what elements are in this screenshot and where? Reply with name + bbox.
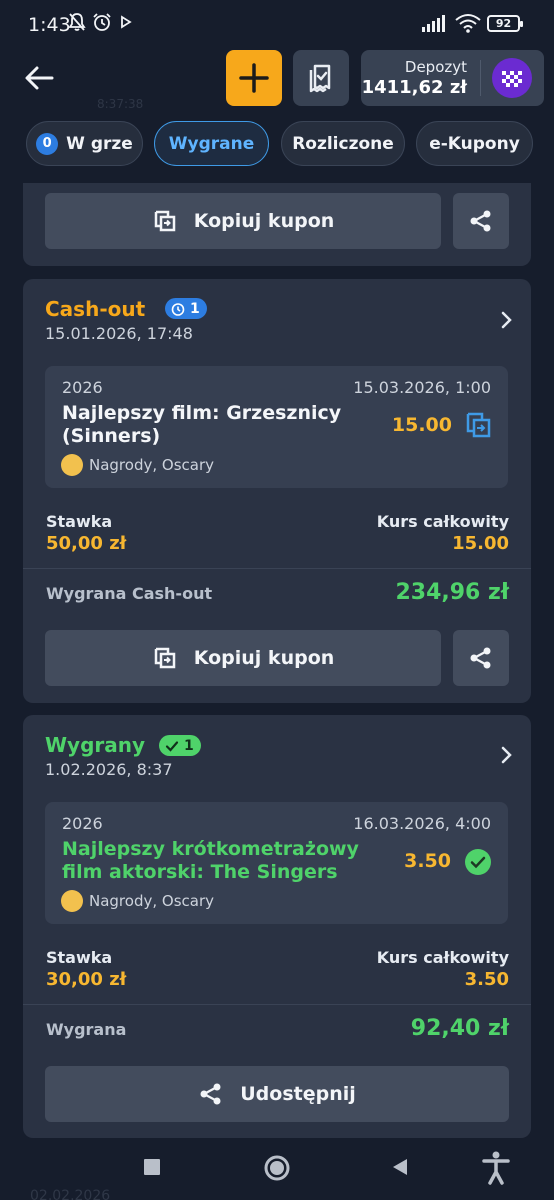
stake-value: 30,00 zł — [46, 969, 127, 990]
total-odds-value: 3.50 — [464, 969, 509, 990]
tab-count-badge: 0 — [36, 132, 59, 155]
tab-label: Rozliczone — [292, 133, 394, 154]
popcorn-icon — [61, 890, 83, 912]
selection-category: Nagrody, Oscary — [89, 892, 214, 910]
deposit-label: Depozyt — [404, 58, 467, 76]
stake-label: Stawka — [46, 512, 113, 531]
cashout-badge: 1 — [165, 298, 207, 319]
bet-card-cashout[interactable]: Cash-out 1 15.01.2026, 17:48 2026 15.03.… — [23, 279, 531, 703]
total-odds-label: Kurs całkowity — [376, 948, 509, 967]
win-value: 234,96 zł — [395, 580, 509, 605]
stake-value: 50,00 zł — [46, 533, 127, 554]
tab-e-kupony[interactable]: e-Kupony — [416, 121, 533, 166]
share-label: Udostępnij — [240, 1083, 356, 1105]
win-label: Wygrana Cash-out — [46, 584, 213, 603]
deposit-balance: 1411,62 zł — [361, 77, 467, 98]
share-coupon-button[interactable]: Udostępnij — [45, 1066, 509, 1122]
status-time: 1:43 — [28, 14, 71, 36]
tab-label: W grze — [66, 133, 133, 154]
tab-w-grze[interactable]: 0 W grze — [26, 121, 143, 166]
bet-date: 1.02.2026, 8:37 — [45, 760, 173, 779]
receipt-check-icon — [309, 64, 331, 93]
battery-indicator: 92 — [487, 15, 523, 32]
wifi-icon — [455, 14, 481, 33]
selection-odd: 3.50 — [404, 850, 451, 872]
bet-card-previous: Kopiuj kupon — [23, 183, 531, 266]
selection-year: 2026 — [62, 814, 103, 833]
divider — [23, 1004, 531, 1005]
badge-count: 1 — [190, 300, 200, 317]
share-button[interactable] — [453, 193, 509, 249]
tab-wygrane[interactable]: Wygrane — [154, 121, 269, 166]
copy-coupon-label: Kopiuj kupon — [193, 647, 335, 669]
timer-icon — [171, 302, 185, 316]
checkered-flag-icon — [502, 71, 522, 87]
deposit-panel[interactable]: Depozyt 1411,62 zł — [361, 50, 544, 106]
copy-coupon-label: Kopiuj kupon — [193, 210, 335, 232]
stake-label: Stawka — [46, 948, 113, 967]
selection-event-date: 15.03.2026, 1:00 — [353, 378, 491, 397]
avatar[interactable] — [492, 58, 532, 98]
share-icon — [200, 1083, 221, 1105]
notifications-off-icon — [68, 13, 86, 31]
badge-count: 1 — [184, 737, 194, 754]
chevron-right-icon[interactable] — [495, 744, 517, 766]
won-check-icon — [465, 849, 491, 875]
selection-item[interactable]: 2026 15.03.2026, 1:00 Najlepszy film: Gr… — [45, 366, 508, 488]
bet-status-tabs: 0 W grze Wygrane Rozliczone e-Kupony — [0, 121, 554, 167]
add-button[interactable] — [226, 50, 282, 106]
total-odds-value: 15.00 — [452, 533, 509, 554]
selection-event-date: 16.03.2026, 4:00 — [353, 814, 491, 833]
share-icon — [470, 647, 491, 669]
copy-coupon-icon — [154, 647, 175, 669]
bet-card-won[interactable]: Wygrany 1 1.02.2026, 8:37 2026 16.03.202… — [23, 715, 531, 1138]
recents-icon[interactable] — [143, 1158, 161, 1176]
tab-rozliczone[interactable]: Rozliczone — [281, 121, 405, 166]
chevron-right-icon[interactable] — [495, 309, 517, 331]
selection-category: Nagrody, Oscary — [89, 456, 214, 474]
selection-name: Najlepszy film: Grzesznicy (Sinners) — [62, 402, 342, 447]
bet-date: 15.01.2026, 17:48 — [45, 324, 193, 343]
bet-status-title: Cash-out — [45, 297, 146, 321]
play-store-icon — [121, 15, 132, 29]
divider — [23, 568, 531, 569]
win-label: Wygrana — [46, 1020, 127, 1039]
copy-coupon-icon — [154, 210, 175, 232]
tab-label: Wygrane — [168, 133, 255, 154]
tab-label: e-Kupony — [429, 133, 520, 154]
share-icon — [470, 210, 491, 232]
accessibility-icon[interactable] — [481, 1150, 511, 1186]
copy-coupon-button[interactable]: Kopiuj kupon — [45, 630, 441, 686]
deposit-divider — [480, 60, 481, 96]
back-arrow-icon[interactable] — [22, 60, 58, 96]
signal-icon — [422, 15, 445, 32]
ghost-text-bottom: 02.02.2026 — [30, 1188, 111, 1200]
popcorn-icon — [61, 454, 83, 476]
copy-selection-icon[interactable] — [464, 410, 492, 440]
selection-odd: 15.00 — [391, 414, 452, 436]
won-badge: 1 — [159, 735, 201, 756]
win-value: 92,40 zł — [410, 1016, 509, 1041]
selection-year: 2026 — [62, 378, 103, 397]
copy-coupon-button[interactable]: Kopiuj kupon — [45, 193, 441, 249]
plus-icon — [239, 63, 269, 93]
total-odds-label: Kurs całkowity — [376, 512, 509, 531]
back-nav-icon[interactable] — [390, 1157, 410, 1177]
status-bar: 1:43 92 — [0, 0, 554, 50]
check-icon — [165, 740, 179, 752]
coupon-button[interactable] — [293, 50, 349, 106]
share-button[interactable] — [453, 630, 509, 686]
selection-name: Najlepszy krótkometrażowy film aktorski:… — [62, 838, 359, 883]
home-icon[interactable] — [263, 1154, 291, 1182]
selection-item[interactable]: 2026 16.03.2026, 4:00 Najlepszy krótkome… — [45, 802, 508, 924]
bet-status-title: Wygrany — [45, 733, 146, 757]
ghost-text: 8:37:38 — [97, 97, 144, 111]
alarm-icon — [93, 13, 111, 31]
